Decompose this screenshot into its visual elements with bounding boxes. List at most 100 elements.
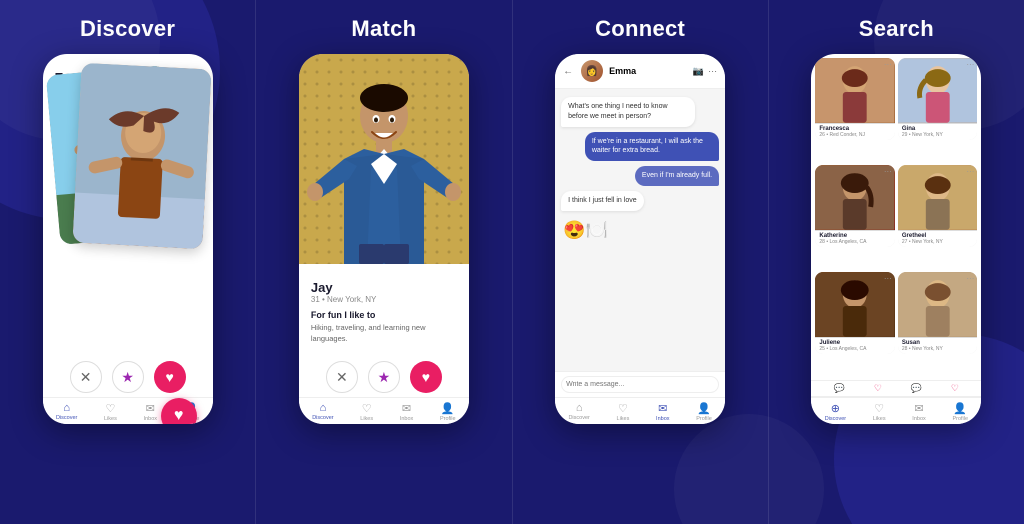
card-2-info: Gina 29 • New York, NY [898, 124, 978, 140]
chat-header: ← 👩 Emma 📷 ··· [555, 54, 725, 89]
match-dislike-button[interactable]: ✕ [326, 361, 358, 393]
profile-icon-search: 👤 [953, 402, 967, 415]
card-1-dots[interactable]: ··· [884, 60, 892, 69]
search-grid: Francesca 26 • Red Conder, NJ ··· [811, 54, 981, 380]
search-title: Search [859, 16, 934, 42]
likes-icon-connect: ♡ [618, 402, 628, 415]
home-icon: ⌂ [63, 402, 70, 414]
action-heart-2[interactable]: ♡ [951, 383, 959, 394]
card-3-info-sub: 28 • Los Angeles, CA [819, 239, 891, 245]
nav-likes[interactable]: ♡ Likes [104, 402, 117, 422]
nav-connect-inbox[interactable]: ✉ Inbox [656, 402, 669, 422]
search-card-1[interactable]: Francesca 26 • Red Conder, NJ ··· [815, 58, 895, 140]
search-actions-row: 💬 ♡ 💬 ♡ [811, 380, 981, 397]
nav-match-discover[interactable]: ⌂ Discover [312, 402, 333, 422]
card-6-dots[interactable]: ··· [966, 274, 974, 283]
nav-match-inbox[interactable]: ✉ Inbox [400, 402, 413, 422]
card-5-info-sub: 25 • Los Angeles, CA [819, 346, 891, 352]
nav-match-likes[interactable]: ♡ Likes [360, 402, 373, 422]
home-icon-match: ⌂ [320, 402, 327, 414]
inbox-icon: ✉ [146, 402, 155, 415]
nav-search-discover[interactable]: ⊕ Discover [825, 402, 846, 422]
card-6-info-sub: 28 • New York, NY [902, 346, 974, 352]
match-heading: For fun I like to [311, 310, 457, 320]
phone-nav-connect: ⌂ Discover ♡ Likes ✉ Inbox 👤 Profile [555, 397, 725, 424]
match-desc: Hiking, traveling, and learning new lang… [311, 323, 457, 344]
likes-icon: ♡ [106, 402, 116, 415]
card-2-info-sub: 29 • New York, NY [902, 132, 974, 138]
match-sub: 31 • New York, NY [311, 295, 457, 304]
msg-4: I think I just fell in love [561, 191, 643, 211]
nav-connect-discover[interactable]: ⌂ Discover [568, 402, 589, 422]
card-5-info: Juliene 25 • Los Angeles, CA [815, 338, 895, 354]
card-4-info-sub: 27 • New York, NY [902, 239, 974, 245]
discover-section: Discover [0, 0, 255, 524]
person-photo-front [72, 63, 211, 250]
card-1-info-sub: 26 • Red Conder, NJ [819, 132, 891, 138]
msg-1: What's one thing I need to know before w… [561, 97, 695, 127]
search-card-4[interactable]: Gretheel 27 • New York, NY ··· [898, 165, 978, 247]
card-3-dots[interactable]: ··· [884, 167, 892, 176]
match-star-button[interactable]: ★ [368, 361, 400, 393]
chat-messages: What's one thing I need to know before w… [555, 89, 725, 371]
search-card-3[interactable]: Katherine 28 • Los Angeles, CA ··· [815, 165, 895, 247]
card-4-dots[interactable]: ··· [966, 167, 974, 176]
message-input[interactable] [561, 376, 719, 393]
search-card-5[interactable]: Juliene 25 • Los Angeles, CA ··· [815, 272, 895, 354]
profile-icon-match: 👤 [441, 402, 455, 415]
card-2-dots[interactable]: ··· [966, 60, 974, 69]
search-phone: Francesca 26 • Red Conder, NJ ··· [811, 54, 981, 424]
nav-search-likes[interactable]: ♡ Likes [873, 402, 886, 422]
video-icon[interactable]: 📷 [693, 66, 704, 77]
card-front [72, 63, 211, 250]
card-5-dots[interactable]: ··· [884, 274, 892, 283]
like-badge: ♥ [161, 398, 197, 424]
connect-phone: ← 👩 Emma 📷 ··· What's one thing I need t… [555, 54, 725, 424]
nav-connect-likes[interactable]: ♡ Likes [617, 402, 630, 422]
action-chat-2[interactable]: 💬 [911, 383, 922, 394]
match-title: Match [351, 16, 416, 42]
nav-search-inbox[interactable]: ✉ Inbox [912, 402, 925, 422]
nav-connect-profile[interactable]: 👤 Profile [696, 402, 712, 422]
match-section: Match [256, 0, 511, 524]
search-section: Search Francesca 26 [769, 0, 1024, 524]
discover-phone: ♥ Emma 33 • New York, NY For fun I like … [43, 54, 213, 424]
match-action-buttons: ✕ ★ ♥ [299, 353, 469, 397]
star-button[interactable]: ★ [112, 361, 144, 393]
action-chat-1[interactable]: 💬 [834, 383, 845, 394]
chat-contact-name: Emma [609, 66, 687, 76]
profile-icon-connect: 👤 [697, 402, 711, 415]
card-4-info: Gretheel 27 • New York, NY [898, 231, 978, 247]
back-icon[interactable]: ← [563, 66, 573, 77]
msg-5: 😍🍽️ [561, 216, 610, 245]
card-6-info: Susan 28 • New York, NY [898, 338, 978, 354]
app-container: Discover [0, 0, 1024, 524]
like-button[interactable]: ♥ [154, 361, 186, 393]
more-icon[interactable]: ··· [708, 66, 717, 77]
match-phone: Jay 31 • New York, NY For fun I like to … [299, 54, 469, 424]
msg-2: If we're in a restaurant, I will ask the… [585, 132, 719, 162]
home-icon-search: ⊕ [831, 402, 840, 415]
search-card-2[interactable]: Gina 29 • New York, NY ··· [898, 58, 978, 140]
msg-3: Even if I'm already full. [635, 166, 719, 186]
connect-section: Connect ← 👩 Emma 📷 ··· What's one thing … [513, 0, 768, 524]
nav-inbox[interactable]: ✉ Inbox [144, 402, 157, 422]
chat-action-icons: 📷 ··· [693, 66, 717, 77]
match-profile-info: Jay 31 • New York, NY For fun I like to … [299, 264, 469, 353]
inbox-icon-search: ✉ [914, 402, 923, 415]
card-3-info: Katherine 28 • Los Angeles, CA [815, 231, 895, 247]
nav-match-profile[interactable]: 👤 Profile [440, 402, 456, 422]
search-card-6[interactable]: Susan 28 • New York, NY ··· [898, 272, 978, 354]
match-like-button[interactable]: ♥ [410, 361, 442, 393]
phone-nav-match: ⌂ Discover ♡ Likes ✉ Inbox 👤 Profile [299, 397, 469, 424]
action-heart-1[interactable]: ♡ [874, 383, 882, 394]
chat-input-area [555, 371, 725, 397]
phone-nav-search: ⊕ Discover ♡ Likes ✉ Inbox 👤 Profile [811, 397, 981, 424]
inbox-icon-match: ✉ [402, 402, 411, 415]
chat-avatar: 👩 [581, 60, 603, 82]
likes-icon-match: ♡ [362, 402, 372, 415]
action-buttons: ✕ ★ ♥ [43, 353, 213, 397]
nav-discover[interactable]: ⌂ Discover [56, 402, 77, 422]
dislike-button[interactable]: ✕ [70, 361, 102, 393]
nav-search-profile[interactable]: 👤 Profile [952, 402, 968, 422]
